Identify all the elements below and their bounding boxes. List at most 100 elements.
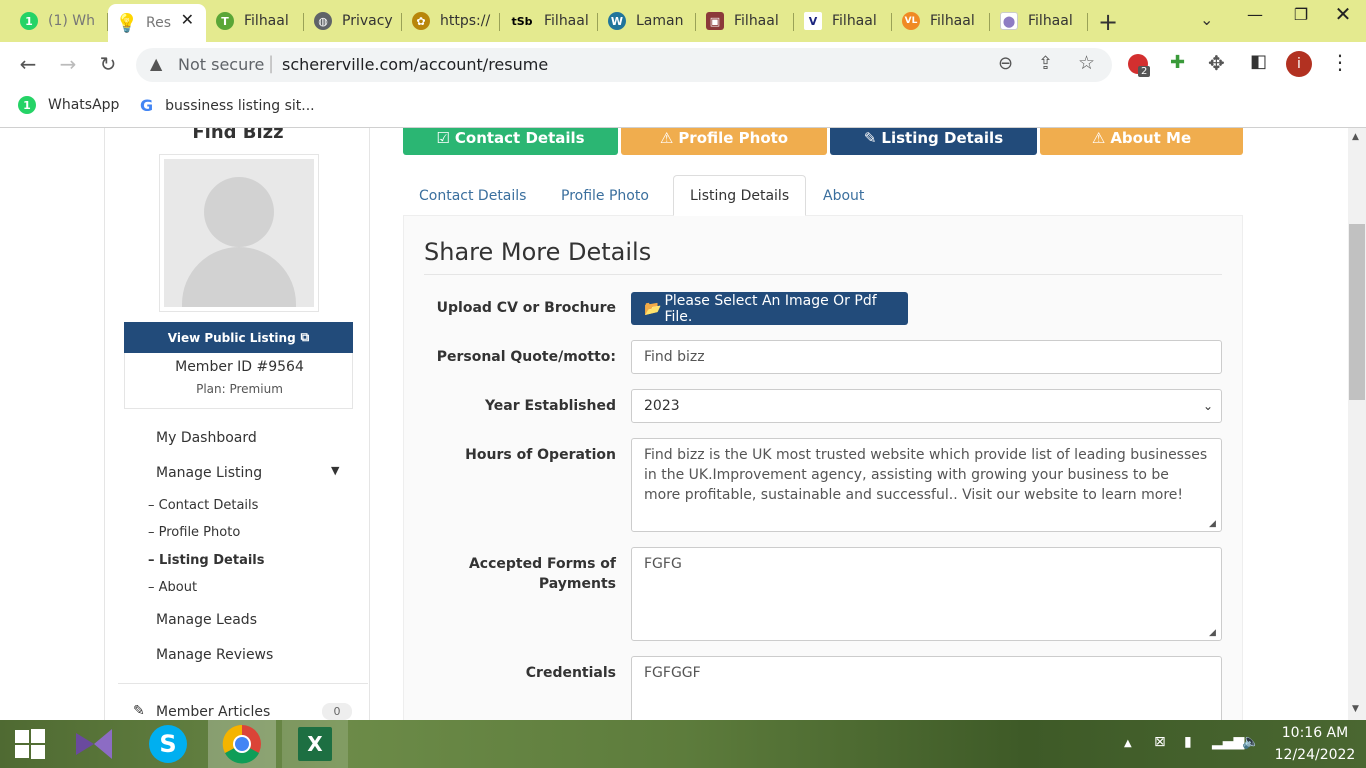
profile-photo-frame bbox=[159, 154, 319, 312]
network-error-icon[interactable]: ⊠ bbox=[1154, 734, 1166, 750]
bookmarks-bar: 1 WhatsApp G bussiness listing sit... bbox=[0, 86, 1366, 128]
step-contact-details-button[interactable]: ☑ Contact Details bbox=[403, 128, 618, 155]
pin-icon: ⬤ bbox=[1000, 12, 1018, 30]
windows-start-icon[interactable] bbox=[10, 724, 50, 764]
browser-tab-filhaal-1[interactable]: T Filhaal bbox=[206, 6, 304, 36]
browser-tab-whatsapp[interactable]: 1 (1) Wh bbox=[10, 6, 108, 36]
side-panel-icon[interactable]: ◧ bbox=[1250, 51, 1267, 72]
sidebar-subitem-profile-photo[interactable]: – Profile Photo bbox=[148, 525, 240, 540]
form-heading: Share More Details bbox=[424, 238, 652, 266]
browser-tab-laman[interactable]: W Laman bbox=[598, 6, 696, 36]
caret-down-icon[interactable]: ▼ bbox=[331, 464, 339, 477]
chevron-down-icon: ⌄ bbox=[1202, 399, 1213, 413]
maximize-icon[interactable]: ❐ bbox=[1278, 0, 1324, 28]
scrollbar-thumb[interactable] bbox=[1349, 224, 1365, 400]
warning-icon: ⚠ bbox=[1091, 128, 1106, 147]
hours-of-operation-textarea[interactable]: Find bizz is the UK most trusted website… bbox=[631, 438, 1222, 532]
bookmark-whatsapp[interactable]: 1 WhatsApp bbox=[18, 96, 119, 114]
browser-tab-privacy[interactable]: ◍ Privacy bbox=[304, 6, 402, 36]
reload-icon[interactable]: ↻ bbox=[94, 50, 122, 78]
button-label: Please Select An Image Or Pdf File. bbox=[664, 292, 877, 325]
browser-tab-resume[interactable]: 💡 Res ✕ bbox=[108, 4, 206, 42]
tab-about[interactable]: About bbox=[807, 175, 880, 216]
close-tab-icon[interactable]: ✕ bbox=[181, 10, 194, 29]
clock-time[interactable]: 10:16 AM bbox=[1272, 725, 1358, 741]
year-established-select[interactable]: 2023 ⌄ bbox=[631, 389, 1222, 423]
new-tab-icon[interactable]: + bbox=[1098, 8, 1118, 36]
chrome-icon[interactable] bbox=[208, 720, 276, 768]
whatsapp-icon: 1 bbox=[20, 12, 38, 30]
sidebar-subitem-listing-details[interactable]: – Listing Details bbox=[148, 553, 265, 568]
tab-profile-photo[interactable]: Profile Photo bbox=[545, 175, 665, 216]
extensions-puzzle-icon[interactable]: ✥ bbox=[1208, 51, 1225, 75]
forward-icon[interactable]: → bbox=[54, 50, 82, 78]
step-about-me-button[interactable]: ⚠ About Me bbox=[1040, 128, 1243, 155]
button-label: About Me bbox=[1110, 128, 1192, 147]
textarea-value: Find bizz is the UK most trusted website… bbox=[644, 447, 1208, 503]
personal-quote-input[interactable]: Find bizz bbox=[631, 340, 1222, 374]
battery-icon[interactable]: ▮ bbox=[1184, 734, 1192, 750]
tab-label: Laman bbox=[636, 13, 684, 29]
tab-search-chevron-icon[interactable]: ⌄ bbox=[1200, 10, 1213, 29]
sidebar-item-manage-leads[interactable]: Manage Leads bbox=[156, 612, 257, 628]
button-label: Profile Photo bbox=[678, 128, 789, 147]
page-scrollbar[interactable]: ▲ ▼ bbox=[1348, 128, 1366, 720]
upload-file-button[interactable]: 📂 Please Select An Image Or Pdf File. bbox=[631, 292, 908, 325]
sidebar-item-my-dashboard[interactable]: My Dashboard bbox=[156, 430, 257, 446]
extension-plus-icon[interactable]: ✚ bbox=[1170, 52, 1185, 73]
bookmark-label: WhatsApp bbox=[48, 97, 120, 113]
sidebar-item-member-articles[interactable]: Member Articles bbox=[156, 704, 270, 720]
vl-icon: VL bbox=[902, 12, 920, 30]
sidebar-item-manage-listing[interactable]: Manage Listing bbox=[156, 465, 262, 481]
tab-label: Filhaal bbox=[734, 13, 779, 29]
browser-tab-filhaal-3[interactable]: ▣ Filhaal bbox=[696, 6, 794, 36]
share-icon[interactable]: ⇪ bbox=[1038, 53, 1053, 74]
menu-kebab-icon[interactable]: ⋮ bbox=[1330, 50, 1350, 74]
sidebar-divider bbox=[118, 683, 368, 684]
pencil-icon: ✎ bbox=[863, 128, 877, 147]
browser-tab-filhaal-4[interactable]: V Filhaal bbox=[794, 6, 892, 36]
volume-icon[interactable]: 🔈 bbox=[1242, 734, 1259, 750]
view-public-listing-button[interactable]: View Public Listing ⧉ bbox=[124, 322, 353, 353]
browser-tab-https[interactable]: ✿ https:// bbox=[402, 6, 500, 36]
member-id: Member ID #9564 bbox=[175, 359, 304, 375]
visual-studio-icon[interactable] bbox=[74, 724, 114, 764]
resize-handle-icon[interactable]: ◢ bbox=[1209, 519, 1219, 529]
bookmark-star-icon[interactable]: ☆ bbox=[1078, 52, 1095, 74]
accepted-payments-textarea[interactable]: FGFG ◢ bbox=[631, 547, 1222, 641]
browser-tab-filhaal-2[interactable]: tSb Filhaal bbox=[500, 6, 598, 36]
browser-tab-filhaal-6[interactable]: ⬤ Filhaal bbox=[990, 6, 1088, 36]
clock-date[interactable]: 12/24/2022 bbox=[1272, 747, 1358, 763]
tab-contact-details[interactable]: Contact Details bbox=[403, 175, 542, 216]
step-listing-details-button[interactable]: ✎ Listing Details bbox=[830, 128, 1037, 155]
sidebar-subitem-about[interactable]: – About bbox=[148, 580, 197, 595]
minimize-icon[interactable]: — bbox=[1232, 0, 1278, 28]
member-sidebar: Find Bizz View Public Listing ⧉ Member I… bbox=[104, 128, 370, 720]
tab-label: Filhaal bbox=[1028, 13, 1073, 29]
sidebar-subitem-contact-details[interactable]: – Contact Details bbox=[148, 498, 258, 513]
excel-icon[interactable]: X bbox=[282, 720, 348, 768]
resize-handle-icon[interactable]: ◢ bbox=[1209, 628, 1219, 638]
scroll-down-icon[interactable]: ▼ bbox=[1352, 704, 1359, 714]
zoom-icon[interactable]: ⊖ bbox=[998, 53, 1013, 74]
pencil-icon: ✎ bbox=[133, 703, 145, 719]
wifi-signal-icon[interactable]: ▂▄▆ bbox=[1212, 734, 1244, 750]
back-icon[interactable]: ← bbox=[14, 50, 42, 78]
tab-listing-details[interactable]: Listing Details bbox=[673, 175, 807, 216]
tab-label: Filhaal bbox=[832, 13, 877, 29]
profile-avatar[interactable]: i bbox=[1286, 51, 1312, 77]
skype-icon[interactable]: S bbox=[148, 724, 188, 764]
extension-badge: 2 bbox=[1138, 66, 1151, 77]
browser-tab-filhaal-5[interactable]: VL Filhaal bbox=[892, 6, 990, 36]
sidebar-item-manage-reviews[interactable]: Manage Reviews bbox=[156, 647, 273, 663]
scroll-up-icon[interactable]: ▲ bbox=[1352, 132, 1359, 142]
credentials-textarea[interactable]: FGFGGF bbox=[631, 656, 1222, 720]
address-bar[interactable]: ▲ Not secure | schererville.com/account/… bbox=[136, 48, 1112, 82]
extension-stop-icon[interactable]: 2 bbox=[1128, 54, 1151, 77]
close-window-icon[interactable]: ✕ bbox=[1320, 0, 1366, 28]
external-link-icon: ⧉ bbox=[300, 330, 310, 344]
tray-chevron-icon[interactable]: ▲ bbox=[1124, 738, 1132, 749]
bookmark-business-listing[interactable]: G bussiness listing sit... bbox=[140, 96, 315, 115]
step-profile-photo-button[interactable]: ⚠ Profile Photo bbox=[621, 128, 827, 155]
dashboard-icon: ▣ bbox=[706, 12, 724, 30]
